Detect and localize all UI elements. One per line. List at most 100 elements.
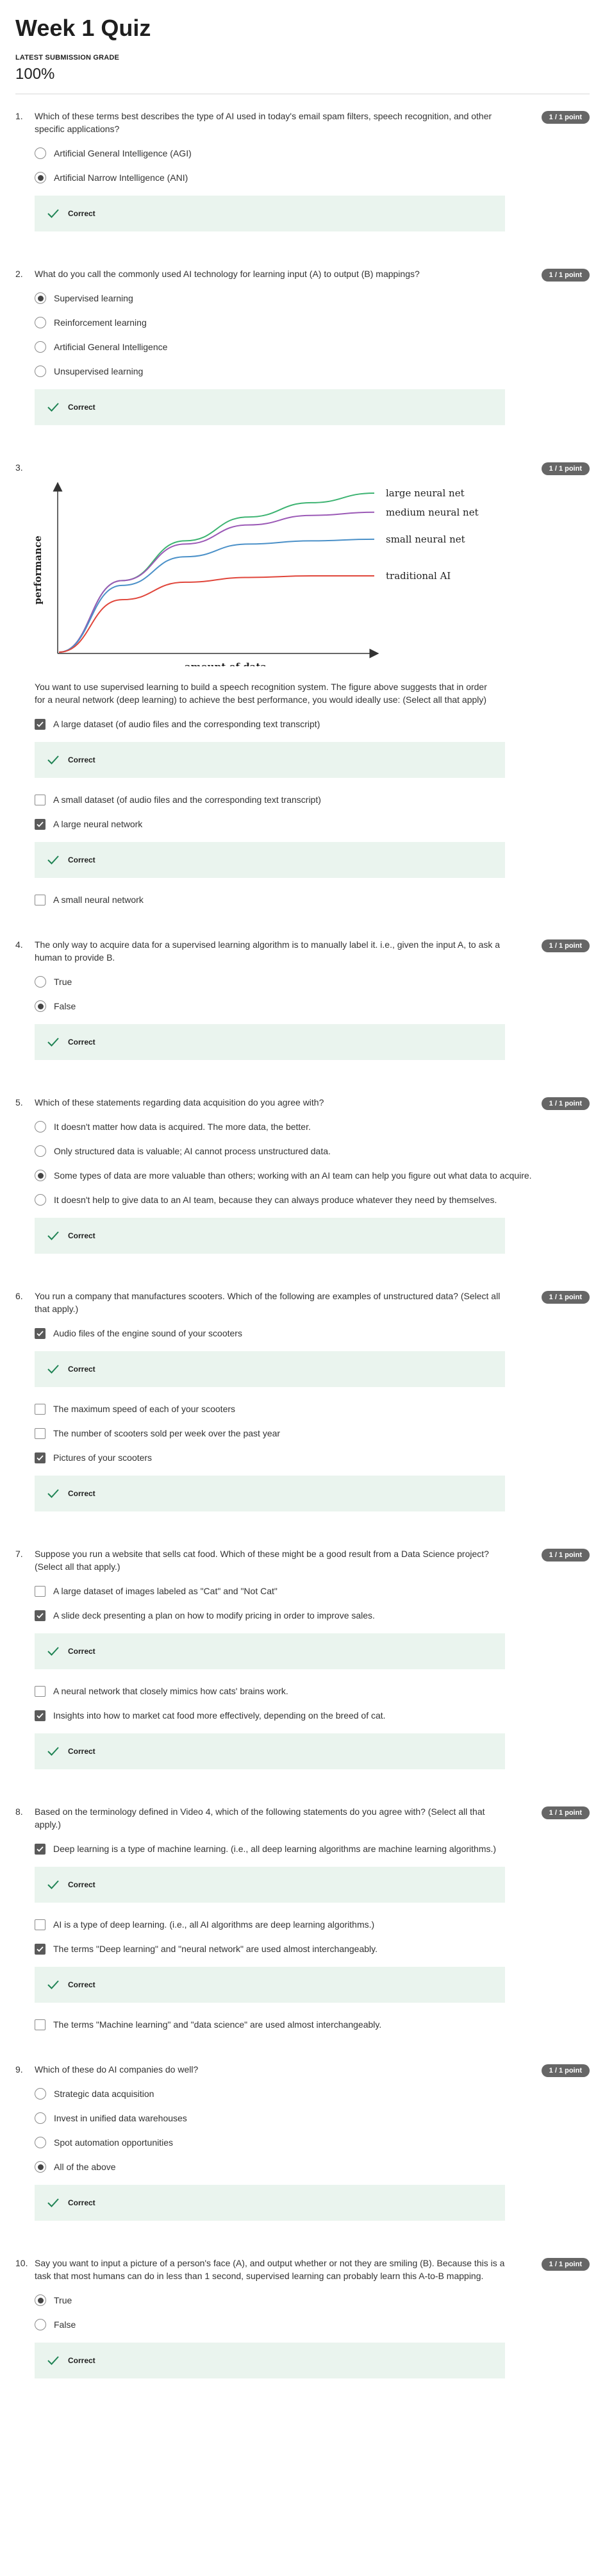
radio-button[interactable] bbox=[35, 147, 46, 159]
question-text: Say you want to input a picture of a per… bbox=[35, 2258, 505, 2281]
radio-button[interactable] bbox=[35, 1145, 46, 1157]
check-icon bbox=[47, 403, 59, 412]
option-audio-files[interactable]: Audio files of the engine sound of your … bbox=[35, 1327, 590, 1340]
option-data-any[interactable]: It doesn't matter how data is acquired. … bbox=[35, 1120, 590, 1133]
option-image-dataset[interactable]: A large dataset of images labeled as "Ca… bbox=[35, 1585, 590, 1597]
points-badge: 1 / 1 point bbox=[541, 269, 590, 282]
option-small-neural-network[interactable]: A small neural network bbox=[35, 893, 590, 906]
checkbox[interactable] bbox=[35, 2019, 46, 2030]
radio-button[interactable] bbox=[35, 976, 46, 988]
checkbox-checked[interactable] bbox=[35, 1844, 46, 1855]
radio-button[interactable] bbox=[35, 2319, 46, 2330]
correct-feedback: Correct bbox=[35, 1218, 505, 1254]
question-text: The only way to acquire data for a super… bbox=[35, 939, 501, 963]
option-ai-type-of-dl[interactable]: AI is a type of deep learning. (i.e., al… bbox=[35, 1918, 590, 1931]
option-neural-network-cats[interactable]: A neural network that closely mimics how… bbox=[35, 1685, 590, 1697]
option-small-dataset[interactable]: A small dataset (of audio files and the … bbox=[35, 793, 590, 806]
radio-button-selected[interactable] bbox=[35, 1000, 46, 1012]
question-number: 5. bbox=[15, 1097, 23, 1107]
check-icon bbox=[47, 2198, 59, 2207]
radio-button[interactable] bbox=[35, 2088, 46, 2100]
series-line-large-neural-net bbox=[58, 492, 375, 653]
series-label-traditional-AI: traditional AI bbox=[386, 570, 451, 582]
question-text: Which of these do AI companies do well? bbox=[35, 2064, 199, 2075]
checkbox[interactable] bbox=[35, 1428, 46, 1439]
points-badge: 1 / 1 point bbox=[541, 1291, 590, 1304]
radio-button[interactable] bbox=[35, 1194, 46, 1206]
question-number: 10. bbox=[15, 2258, 28, 2268]
radio-button-selected[interactable] bbox=[35, 2161, 46, 2173]
option-true[interactable]: True bbox=[35, 2294, 590, 2307]
option-scooters-sold[interactable]: The number of scooters sold per week ove… bbox=[35, 1427, 590, 1440]
radio-button[interactable] bbox=[35, 317, 46, 328]
series-label-large-neural-net: large neural net bbox=[386, 487, 465, 499]
checkbox-checked[interactable] bbox=[35, 1710, 46, 1721]
checkbox[interactable] bbox=[35, 795, 46, 805]
radio-button[interactable] bbox=[35, 1121, 46, 1132]
option-strategic-data[interactable]: Strategic data acquisition bbox=[35, 2087, 590, 2100]
check-icon bbox=[47, 2356, 59, 2365]
radio-button[interactable] bbox=[35, 2137, 46, 2148]
option-agi[interactable]: Artificial General Intelligence (AGI) bbox=[35, 147, 590, 160]
checkbox[interactable] bbox=[35, 1686, 46, 1697]
checkbox-checked[interactable] bbox=[35, 1328, 46, 1339]
radio-button[interactable] bbox=[35, 341, 46, 353]
option-reinforcement-learning[interactable]: Reinforcement learning bbox=[35, 316, 590, 329]
option-large-neural-network[interactable]: A large neural network bbox=[35, 818, 590, 830]
option-supervised-learning[interactable]: Supervised learning bbox=[35, 292, 590, 305]
question-number: 4. bbox=[15, 939, 23, 950]
question-7: 7. Suppose you run a website that sells c… bbox=[15, 1532, 590, 1790]
checkbox[interactable] bbox=[35, 1586, 46, 1597]
checkbox[interactable] bbox=[35, 895, 46, 905]
option-ml-ds-interchangeable[interactable]: The terms "Machine learning" and "data s… bbox=[35, 2018, 590, 2031]
check-icon bbox=[47, 1880, 59, 1889]
checkbox[interactable] bbox=[35, 1919, 46, 1930]
option-unsupervised-learning[interactable]: Unsupervised learning bbox=[35, 365, 590, 378]
option-unified-warehouses[interactable]: Invest in unified data warehouses bbox=[35, 2112, 590, 2125]
quiz-page: Week 1 Quiz LATEST SUBMISSION GRADE 100%… bbox=[0, 0, 605, 2425]
radio-button-selected[interactable] bbox=[35, 1170, 46, 1181]
option-large-dataset[interactable]: A large dataset (of audio files and the … bbox=[35, 718, 590, 730]
option-some-more-valuable[interactable]: Some types of data are more valuable tha… bbox=[35, 1169, 590, 1182]
correct-feedback: Correct bbox=[35, 2185, 505, 2221]
option-market-insights[interactable]: Insights into how to market cat food mor… bbox=[35, 1709, 590, 1722]
option-dl-type-of-ml[interactable]: Deep learning is a type of machine learn… bbox=[35, 1842, 590, 1855]
checkbox-checked[interactable] bbox=[35, 1452, 46, 1463]
checkbox-checked[interactable] bbox=[35, 719, 46, 730]
question-number: 9. bbox=[15, 2064, 23, 2075]
option-all-above[interactable]: All of the above bbox=[35, 2160, 590, 2173]
option-true[interactable]: True bbox=[35, 975, 590, 988]
option-false[interactable]: False bbox=[35, 1000, 590, 1013]
option-dl-nn-interchangeable[interactable]: The terms "Deep learning" and "neural ne… bbox=[35, 1942, 590, 1955]
series-label-small-neural-net: small neural net bbox=[386, 534, 465, 545]
option-structured-only[interactable]: Only structured data is valuable; AI can… bbox=[35, 1145, 590, 1158]
checkbox-checked[interactable] bbox=[35, 819, 46, 830]
points-badge: 1 / 1 point bbox=[541, 2064, 590, 2077]
option-automation[interactable]: Spot automation opportunities bbox=[35, 2136, 590, 2149]
radio-button-selected[interactable] bbox=[35, 2294, 46, 2306]
checkbox[interactable] bbox=[35, 1404, 46, 1415]
radio-button[interactable] bbox=[35, 2112, 46, 2124]
question-text: Which of these statements regarding data… bbox=[35, 1097, 324, 1107]
check-icon bbox=[47, 209, 59, 218]
radio-button-selected[interactable] bbox=[35, 292, 46, 304]
checkbox-checked[interactable] bbox=[35, 1944, 46, 1955]
option-no-help[interactable]: It doesn't help to give data to an AI te… bbox=[35, 1193, 590, 1206]
correct-feedback: Correct bbox=[35, 1633, 505, 1669]
question-1: 1. Which of these terms best describes th… bbox=[15, 94, 590, 252]
option-ani[interactable]: Artificial Narrow Intelligence (ANI) bbox=[35, 171, 590, 184]
option-slide-deck[interactable]: A slide deck presenting a plan on how to… bbox=[35, 1609, 590, 1622]
option-max-speed[interactable]: The maximum speed of each of your scoote… bbox=[35, 1402, 590, 1415]
correct-feedback: Correct bbox=[35, 1967, 505, 2003]
series-line-small-neural-net bbox=[58, 538, 375, 653]
grade-label: LATEST SUBMISSION GRADE bbox=[15, 54, 120, 62]
option-agi[interactable]: Artificial General Intelligence bbox=[35, 341, 590, 353]
option-false[interactable]: False bbox=[35, 2318, 590, 2331]
question-5: 5. Which of these statements regarding da… bbox=[15, 1081, 590, 1274]
radio-button-selected[interactable] bbox=[35, 172, 46, 183]
option-pictures[interactable]: Pictures of your scooters bbox=[35, 1451, 590, 1464]
correct-feedback: Correct bbox=[35, 1733, 505, 1769]
checkbox-checked[interactable] bbox=[35, 1610, 46, 1621]
radio-button[interactable] bbox=[35, 366, 46, 377]
question-text: You want to use supervised learning to b… bbox=[35, 682, 487, 705]
